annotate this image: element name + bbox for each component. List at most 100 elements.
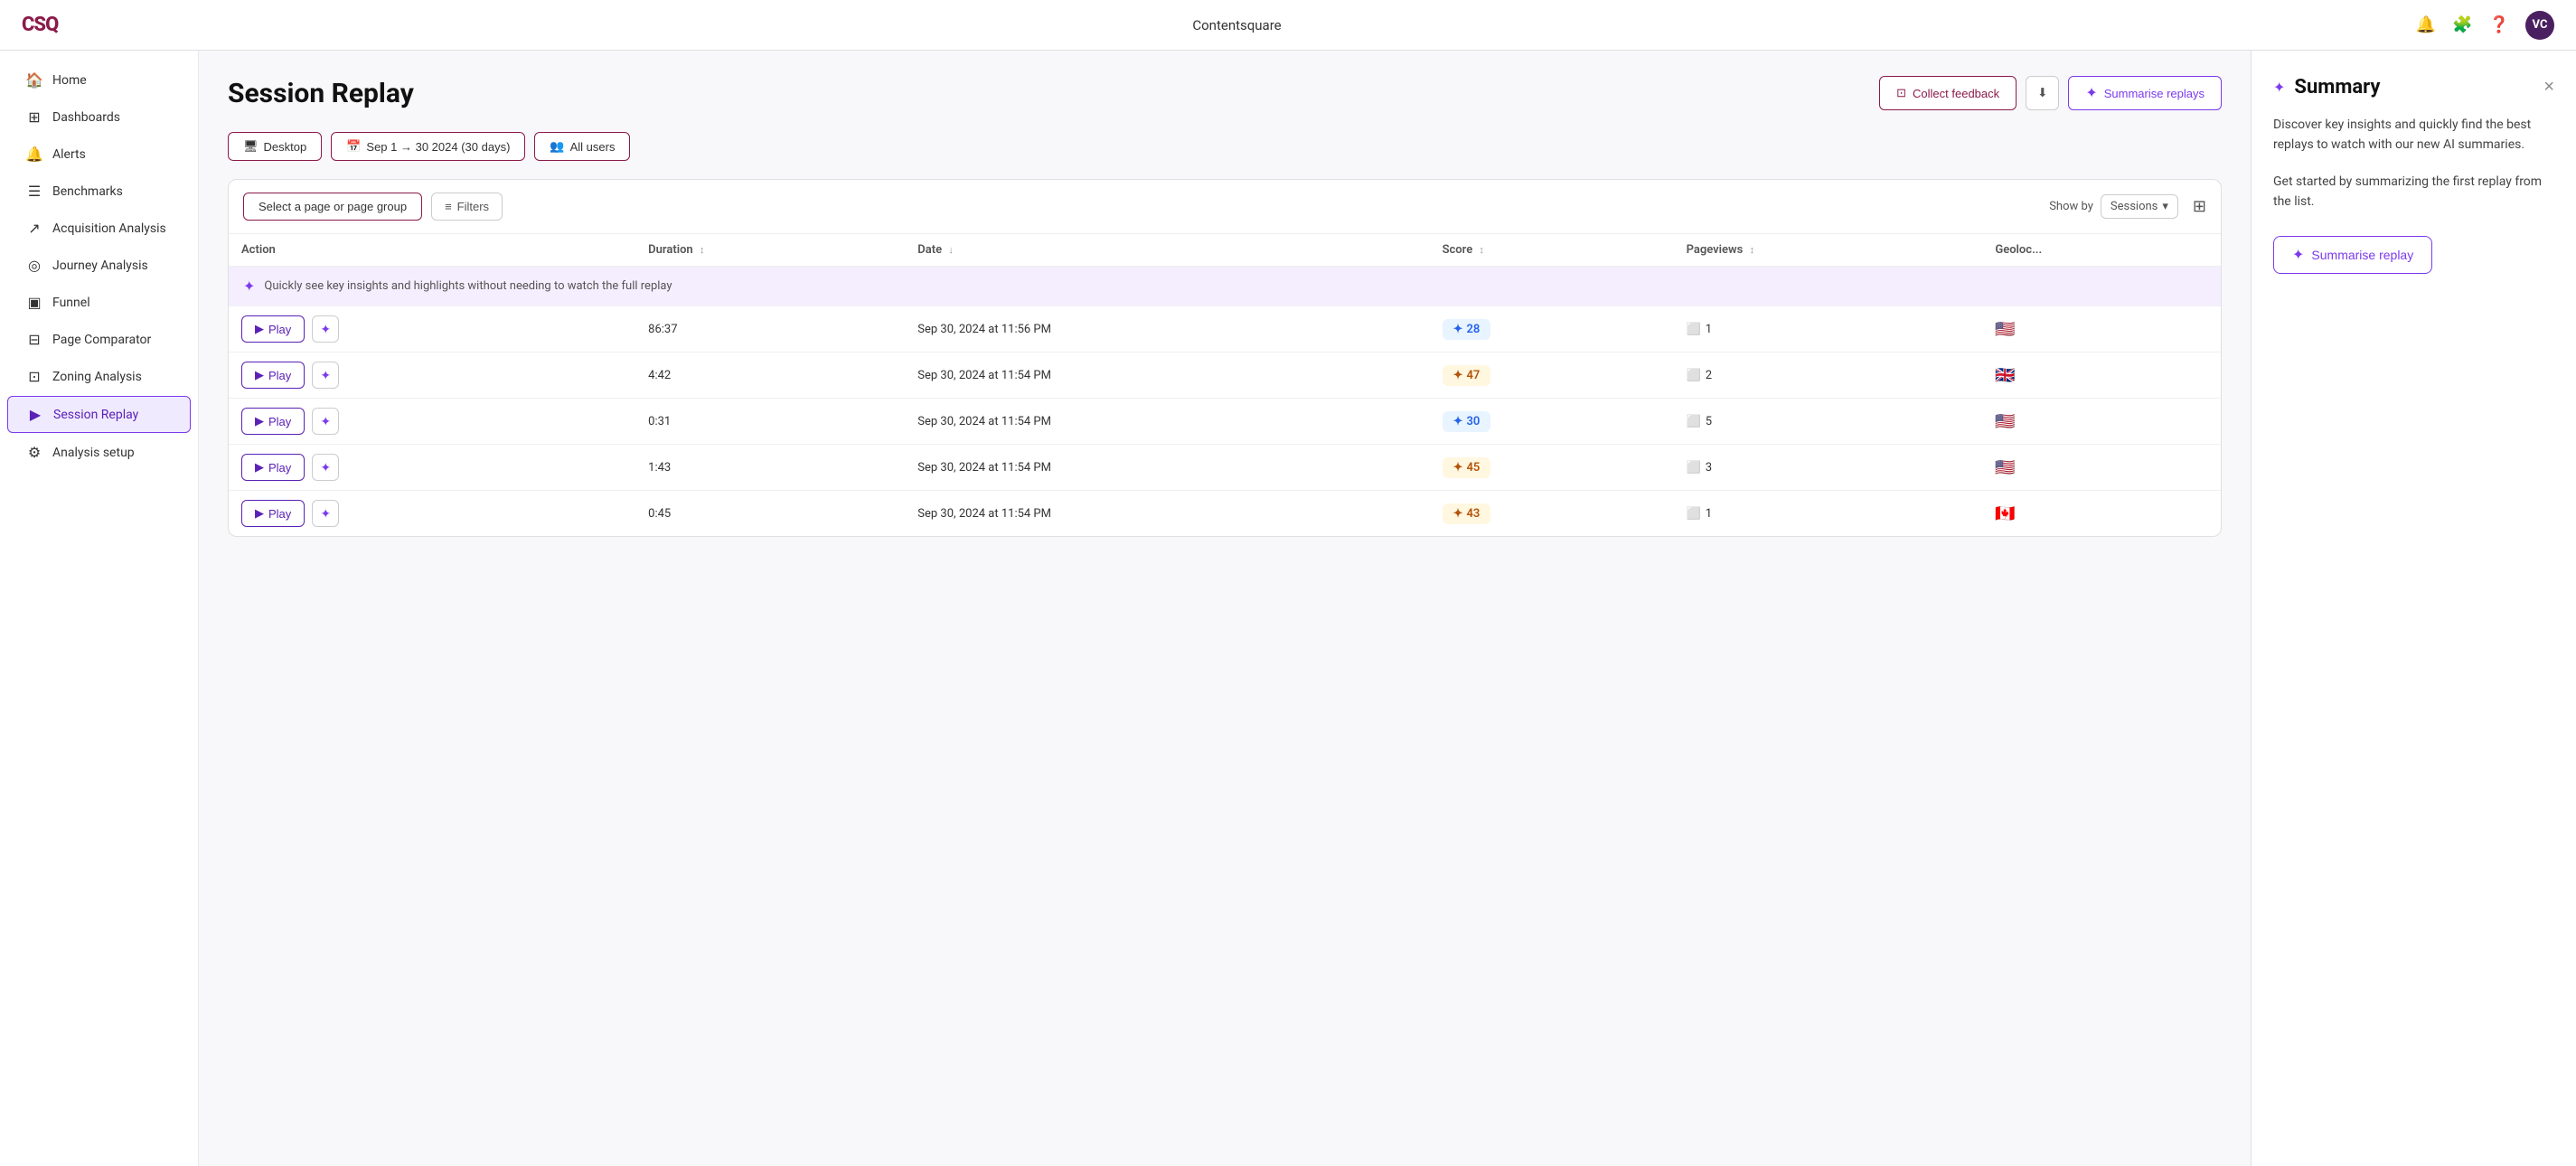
flag-icon: 🇺🇸 — [1995, 320, 2015, 339]
table-row: ▶ Play ✦ 1:43 Sep 30, 2024 at 11:54 PM — [229, 445, 2221, 491]
duration-cell: 86:37 — [635, 306, 905, 353]
session-table-container: Select a page or page group ≡ Filters Sh… — [228, 179, 2222, 537]
summarise-replays-button[interactable]: ✦ Summarise replays — [2068, 76, 2222, 110]
show-by-label: Show by — [2049, 200, 2093, 213]
col-action: Action — [229, 234, 635, 267]
col-pageviews[interactable]: Pageviews ↕ — [1674, 234, 1983, 267]
score-icon: ✦ — [1453, 507, 1463, 521]
ai-icon: ✦ — [320, 414, 331, 429]
score-value: 30 — [1466, 415, 1480, 428]
col-score[interactable]: Score ↕ — [1430, 234, 1674, 267]
sidebar-item-journey-analysis[interactable]: ◎ Journey Analysis — [7, 248, 191, 283]
score-cell: ✦ 45 — [1430, 445, 1674, 491]
sidebar-item-label: Session Replay — [53, 408, 138, 422]
sidebar-item-page-comparator[interactable]: ⊟ Page Comparator — [7, 322, 191, 357]
col-date[interactable]: Date ↓ — [905, 234, 1429, 267]
ai-summary-button-3[interactable]: ✦ — [312, 408, 339, 435]
summarise-replays-label: Summarise replays — [2104, 87, 2205, 100]
pageviews-cell: ⬜ 3 — [1674, 445, 1983, 491]
action-cell: ▶ Play ✦ — [229, 445, 635, 491]
date-range-filter-button[interactable]: 📅 Sep 1 → 30 2024 (30 days) — [331, 132, 525, 161]
page-header: Session Replay ⊡ Collect feedback ⬇ ✦ Su… — [228, 76, 2222, 110]
users-filter-button[interactable]: 👥 All users — [534, 132, 630, 161]
filters-button[interactable]: ≡ Filters — [431, 193, 503, 221]
show-by-select[interactable]: Sessions ▾ — [2101, 194, 2178, 219]
duration-cell: 0:45 — [635, 491, 905, 537]
pageviews-sort-icon: ↕ — [1750, 244, 1755, 256]
score-icon: ✦ — [1453, 323, 1463, 336]
alerts-icon: 🔔 — [25, 146, 43, 163]
sidebar-item-funnel[interactable]: ▣ Funnel — [7, 285, 191, 320]
sidebar-item-zoning-analysis[interactable]: ⊡ Zoning Analysis — [7, 359, 191, 394]
play-button-4[interactable]: ▶ Play — [241, 454, 305, 481]
play-button-5[interactable]: ▶ Play — [241, 500, 305, 527]
page-title: Session Replay — [228, 78, 414, 109]
ai-summary-button-1[interactable]: ✦ — [312, 315, 339, 343]
table-row: ▶ Play ✦ 0:31 Sep 30, 2024 at 11:54 PM — [229, 399, 2221, 445]
sidebar: 🏠 Home ⊞ Dashboards 🔔 Alerts ☰ Benchmark… — [0, 51, 199, 1166]
play-button-3[interactable]: ▶ Play — [241, 408, 305, 435]
desktop-filter-button[interactable]: 🖥 Desktop — [228, 132, 322, 161]
topnav: CSQ Contentsquare 🔔 🧩 ❓ VC — [0, 0, 2576, 51]
product-name: Contentsquare — [58, 17, 2415, 33]
col-duration[interactable]: Duration ↕ — [635, 234, 905, 267]
flag-cell: 🇺🇸 — [1982, 399, 2221, 445]
ai-summary-button-5[interactable]: ✦ — [312, 500, 339, 527]
sidebar-item-dashboards[interactable]: ⊞ Dashboards — [7, 99, 191, 135]
sidebar-item-benchmarks[interactable]: ☰ Benchmarks — [7, 174, 191, 209]
play-icon: ▶ — [255, 506, 264, 521]
sidebar-item-analysis-setup[interactable]: ⚙ Analysis setup — [7, 435, 191, 470]
flag-cell: 🇺🇸 — [1982, 445, 2221, 491]
score-cell: ✦ 43 — [1430, 491, 1674, 537]
score-icon: ✦ — [1453, 369, 1463, 382]
action-cell: ▶ Play ✦ — [229, 491, 635, 537]
topnav-icons: 🔔 🧩 ❓ VC — [2416, 11, 2554, 40]
select-page-label: Select a page or page group — [259, 200, 407, 213]
pageviews-value: 2 — [1706, 369, 1712, 382]
table-header-row: Action Duration ↕ Date ↓ Score ↕ — [229, 234, 2221, 267]
zoning-icon: ⊡ — [25, 368, 43, 385]
play-button-1[interactable]: ▶ Play — [241, 315, 305, 343]
date-cell: Sep 30, 2024 at 11:54 PM — [905, 491, 1429, 537]
play-button-2[interactable]: ▶ Play — [241, 362, 305, 389]
duration-cell: 1:43 — [635, 445, 905, 491]
help-icon[interactable]: ❓ — [2489, 15, 2509, 34]
sidebar-item-home[interactable]: 🏠 Home — [7, 62, 191, 98]
grid-view-icon[interactable]: ⊞ — [2193, 197, 2206, 216]
acquisition-icon: ↗ — [25, 220, 43, 237]
table-row: ▶ Play ✦ 4:42 Sep 30, 2024 at 11:54 PM — [229, 353, 2221, 399]
ai-summary-button-4[interactable]: ✦ — [312, 454, 339, 481]
ai-summary-button-2[interactable]: ✦ — [312, 362, 339, 389]
filters-label: Filters — [457, 200, 489, 213]
action-cell: ▶ Play ✦ — [229, 399, 635, 445]
chevron-down-icon: ▾ — [2162, 200, 2168, 213]
pageviews-cell: ⬜ 2 — [1674, 353, 1983, 399]
ai-banner-row: ✦ Quickly see key insights and highlight… — [229, 267, 2221, 306]
bell-icon[interactable]: 🔔 — [2416, 15, 2436, 34]
close-icon: × — [2543, 77, 2554, 97]
summarise-replay-button[interactable]: ✦ Summarise replay — [2273, 236, 2432, 274]
ai-icon: ✦ — [320, 368, 331, 383]
collect-feedback-button[interactable]: ⊡ Collect feedback — [1879, 76, 2017, 110]
sidebar-item-session-replay[interactable]: ▶ Session Replay — [7, 396, 191, 433]
sidebar-item-label: Page Comparator — [52, 333, 151, 347]
pageview-icon: ⬜ — [1687, 323, 1701, 336]
play-icon: ▶ — [255, 368, 264, 382]
show-by-value: Sessions — [2111, 200, 2158, 213]
sidebar-item-alerts[interactable]: 🔔 Alerts — [7, 136, 191, 172]
avatar[interactable]: VC — [2525, 11, 2554, 40]
close-panel-button[interactable]: × — [2543, 77, 2554, 98]
play-label: Play — [268, 507, 291, 521]
dashboards-icon: ⊞ — [25, 108, 43, 126]
main-content: Session Replay ⊡ Collect feedback ⬇ ✦ Su… — [199, 51, 2251, 1166]
play-icon: ▶ — [255, 322, 264, 336]
sidebar-item-acquisition-analysis[interactable]: ↗ Acquisition Analysis — [7, 211, 191, 246]
score-cell: ✦ 47 — [1430, 353, 1674, 399]
duration-cell: 0:31 — [635, 399, 905, 445]
select-page-button[interactable]: Select a page or page group — [243, 193, 422, 221]
play-label: Play — [268, 323, 291, 336]
download-button[interactable]: ⬇ — [2026, 76, 2059, 110]
puzzle-icon[interactable]: 🧩 — [2452, 15, 2472, 34]
play-label: Play — [268, 461, 291, 475]
action-cell: ▶ Play ✦ — [229, 306, 635, 353]
